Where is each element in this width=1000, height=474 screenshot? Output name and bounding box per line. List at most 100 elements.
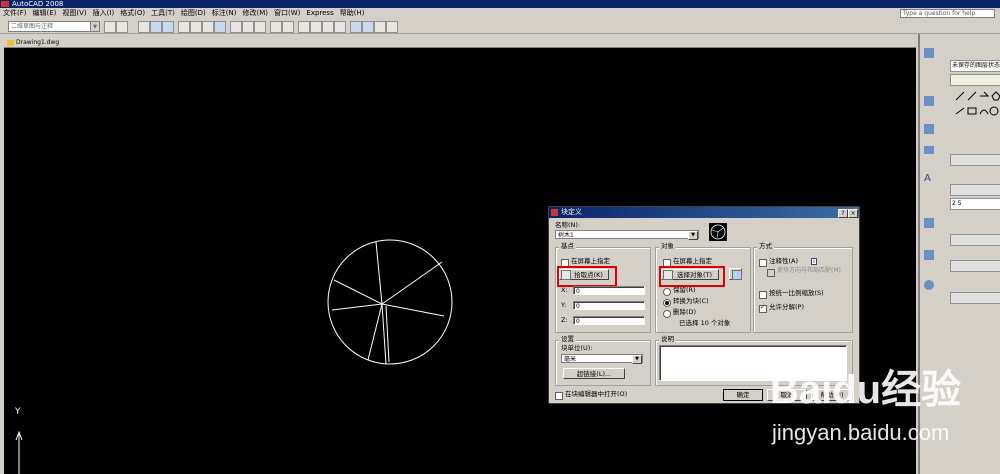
workspace-icon[interactable]	[116, 21, 128, 33]
retain-label: 保留(R)	[673, 286, 696, 294]
chevron-down-icon: ▼	[632, 355, 642, 364]
behavior-group-label: 方式	[757, 242, 774, 251]
open-file-icon[interactable]	[150, 21, 162, 33]
block-unit-dropdown[interactable]: 毫米 ▼	[561, 354, 643, 364]
text-panel-icon: A	[924, 173, 931, 184]
properties-icon[interactable]	[350, 21, 362, 33]
text-style-field[interactable]	[950, 184, 1000, 196]
tables-panel-icon	[924, 250, 934, 260]
tree-branch-line	[385, 305, 390, 363]
undo-icon[interactable]	[270, 21, 282, 33]
menu-edit[interactable]: 编辑(E)	[30, 8, 60, 18]
layers-panel-icon	[924, 48, 934, 58]
menu-view[interactable]: 视图(V)	[59, 8, 89, 18]
hyperlink-button[interactable]: 超链接(L)...	[563, 368, 625, 379]
help-icon[interactable]: ?	[838, 209, 848, 218]
allow-explode-checkbox[interactable]	[759, 304, 767, 313]
pan-icon[interactable]	[298, 21, 310, 33]
retain-radio[interactable]	[663, 288, 671, 296]
delete-label: 删除(D)	[673, 308, 697, 316]
zoom-realtime-icon[interactable]	[310, 21, 322, 33]
publish-icon[interactable]	[202, 21, 214, 33]
navigate-panel-icon	[924, 280, 934, 290]
2d-draw-panel-icon	[924, 96, 934, 106]
block-unit-label: 块单位(U):	[561, 344, 593, 352]
print-preview-icon[interactable]	[190, 21, 202, 33]
objects-specify-on-screen-label: 在屏幕上指定	[673, 257, 712, 265]
zoom-window-icon[interactable]	[322, 21, 334, 33]
description-group-label: 说明	[659, 335, 676, 344]
drawing-tab-title: Drawing1.dwg	[6, 38, 59, 48]
block-unit-value: 毫米	[564, 356, 577, 363]
copy-icon[interactable]	[242, 21, 254, 33]
tree-branch-line	[375, 241, 383, 305]
close-icon[interactable]: ×	[848, 209, 858, 218]
watermark-brand: Baidu经验	[770, 368, 962, 412]
multileader-style-field[interactable]	[950, 234, 1000, 246]
block-name-value: 树木1	[558, 232, 574, 239]
menu-bar: 文件(F) 编辑(E) 视图(V) 插入(I) 格式(O) 工具(T) 绘图(D) 标注(N)…	[0, 8, 1000, 18]
match-orientation-checkbox[interactable]	[767, 269, 775, 277]
cut-icon[interactable]	[230, 21, 242, 33]
app-title-bar: AutoCAD 2008	[0, 0, 1000, 8]
dialog-app-icon	[551, 209, 558, 216]
workspace-settings-icon[interactable]	[104, 21, 116, 33]
menu-draw[interactable]: 绘图(D)	[178, 8, 209, 18]
redo-icon[interactable]	[282, 21, 294, 33]
tree-block-geometry	[327, 239, 453, 365]
objects-group-label: 对象	[659, 242, 676, 251]
open-in-block-editor-checkbox[interactable]	[555, 392, 563, 400]
menu-modify[interactable]: 修改(M)	[239, 8, 271, 18]
baidu-watermark: Baidu经验 jingyan.baidu.com	[770, 368, 1000, 474]
menu-insert[interactable]: 插入(I)	[90, 8, 118, 18]
help-search-input[interactable]: Type a question for help	[900, 9, 995, 18]
layer-state-dropdown[interactable]: 未保存的图层状态	[950, 60, 1000, 72]
quick-select-icon	[732, 270, 742, 280]
design-center-icon[interactable]	[362, 21, 374, 33]
paste-icon[interactable]	[254, 21, 266, 33]
menu-dimension[interactable]: 标注(N)	[209, 8, 240, 18]
delete-radio[interactable]	[663, 310, 671, 318]
annotative-checkbox[interactable]	[759, 259, 767, 267]
text-height-field[interactable]: 2.5	[950, 198, 1000, 210]
menu-tools[interactable]: 工具(T)	[148, 8, 178, 18]
etransmit-icon[interactable]	[214, 21, 226, 33]
app-title: AutoCAD 2008	[12, 0, 64, 8]
settings-group-label: 设置	[559, 335, 576, 344]
print-icon[interactable]	[178, 21, 190, 33]
2d-navigate-field[interactable]	[950, 292, 1000, 304]
tree-branch-line	[331, 303, 383, 311]
dimension-style-field[interactable]	[950, 154, 1000, 166]
table-style-field[interactable]	[950, 260, 1000, 272]
calculator-icon[interactable]	[386, 21, 398, 33]
base-y-input[interactable]: 0	[573, 301, 645, 310]
workspace-dropdown[interactable]: 二维草图与注释 ▼	[8, 21, 100, 32]
base-x-input[interactable]: 0	[573, 286, 645, 295]
tree-outline-circle	[327, 239, 453, 365]
convert-to-block-radio[interactable]	[663, 299, 671, 307]
menu-window[interactable]: 窗口(W)	[271, 8, 303, 18]
menu-format[interactable]: 格式(O)	[117, 8, 148, 18]
new-file-icon[interactable]	[138, 21, 150, 33]
block-name-combobox[interactable]: 树木1 ▼	[555, 230, 699, 240]
tool-palettes-icon[interactable]	[374, 21, 386, 33]
convert-to-block-label: 转换为块(C)	[673, 297, 709, 305]
open-in-block-editor-label: 在块编辑器中打开(O)	[565, 390, 628, 398]
base-point-group-label: 基点	[559, 242, 576, 251]
layer-dropdown[interactable]	[950, 74, 1000, 86]
ok-button[interactable]: 确定	[723, 389, 763, 401]
base-z-input[interactable]: 0	[573, 316, 645, 325]
selected-count-text: 已选择 10 个对象	[679, 319, 731, 327]
menu-express[interactable]: Express	[303, 8, 336, 18]
workspace-value: 二维草图与注释	[11, 23, 54, 30]
menu-help[interactable]: 帮助(H)	[337, 8, 368, 18]
match-orientation-label: 使块方向与布局匹配(M)	[777, 267, 841, 274]
scale-uniformly-checkbox[interactable]	[759, 291, 767, 299]
menu-file[interactable]: 文件(F)	[0, 8, 30, 18]
block-preview-icon	[709, 223, 727, 241]
dialog-title-bar: 块定义 ? ×	[549, 207, 859, 218]
zoom-previous-icon[interactable]	[334, 21, 346, 33]
save-icon[interactable]	[162, 21, 174, 33]
info-icon[interactable]: i	[811, 258, 817, 265]
quick-select-button[interactable]	[729, 268, 742, 280]
